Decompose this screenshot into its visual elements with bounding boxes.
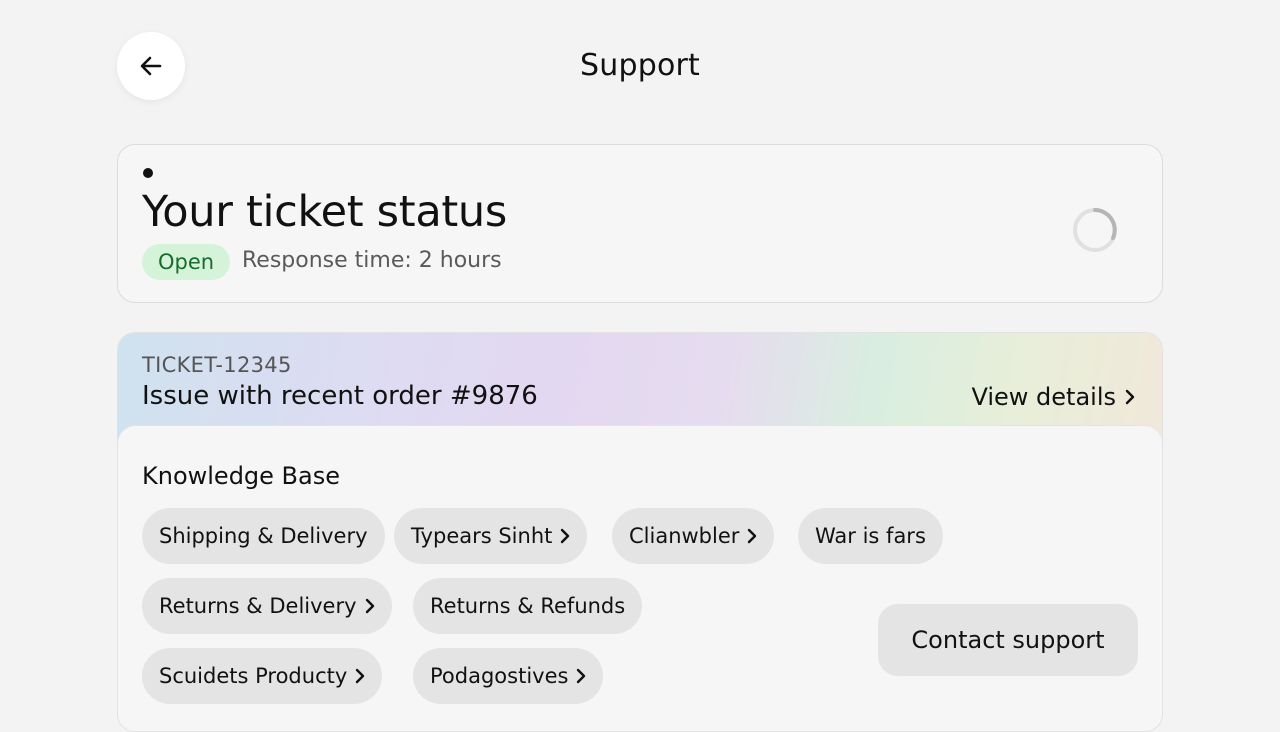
status-dot-icon xyxy=(143,168,153,178)
kb-topic-chip[interactable]: War is fars xyxy=(798,508,943,564)
status-badge: Open xyxy=(142,244,231,280)
contact-support-label: Contact support xyxy=(911,626,1105,654)
kb-topic-label: Shipping & Delivery xyxy=(159,524,368,548)
kb-topic-chip[interactable]: Shipping & Delivery xyxy=(142,508,385,564)
kb-topic-chip[interactable]: Clianwbler xyxy=(612,508,775,564)
kb-topic-chip[interactable]: Scuidets Producty xyxy=(142,648,383,704)
knowledge-base-panel: Knowledge Base Shipping & Delivery Typea… xyxy=(118,425,1162,731)
response-time: Response time: 2 hours xyxy=(242,248,502,273)
ticket-subject: Issue with recent order #9876 xyxy=(142,381,538,411)
chevron-right-icon xyxy=(577,668,586,684)
view-details-label: View details xyxy=(971,383,1116,411)
view-details-link[interactable]: View details xyxy=(971,383,1136,411)
chevron-right-icon xyxy=(365,598,374,614)
knowledge-base-title: Knowledge Base xyxy=(142,462,340,490)
kb-topic-chip[interactable]: Podagostives xyxy=(413,648,604,704)
ticket-id: TICKET-12345 xyxy=(142,353,292,377)
contact-support-button[interactable]: Contact support xyxy=(878,604,1138,676)
chevron-right-icon xyxy=(561,528,570,544)
kb-topic-label: War is fars xyxy=(815,524,926,548)
ticket-status-card: Your ticket status Open Response time: 2… xyxy=(117,144,1163,303)
chevron-right-icon xyxy=(1125,389,1135,405)
kb-topic-label: Podagostives xyxy=(430,664,569,688)
chevron-right-icon xyxy=(356,668,365,684)
kb-topic-label: Returns & Refunds xyxy=(430,594,626,618)
chevron-right-icon xyxy=(748,528,757,544)
kb-topic-label: Typears Sinht xyxy=(411,524,553,548)
kb-topic-label: Scuidets Producty xyxy=(159,664,348,688)
kb-topic-label: Returns & Delivery xyxy=(159,594,357,618)
kb-topic-label: Clianwbler xyxy=(629,524,740,548)
ticket-card: TICKET-12345 Issue with recent order #98… xyxy=(117,332,1163,732)
spinner-icon xyxy=(1073,208,1117,252)
ticket-status-title: Your ticket status xyxy=(142,187,507,237)
kb-topic-chip[interactable]: Typears Sinht xyxy=(394,508,588,564)
page-title: Support xyxy=(580,48,700,83)
kb-topic-chip[interactable]: Returns & Refunds xyxy=(413,578,643,634)
kb-topic-chip[interactable]: Returns & Delivery xyxy=(142,578,392,634)
